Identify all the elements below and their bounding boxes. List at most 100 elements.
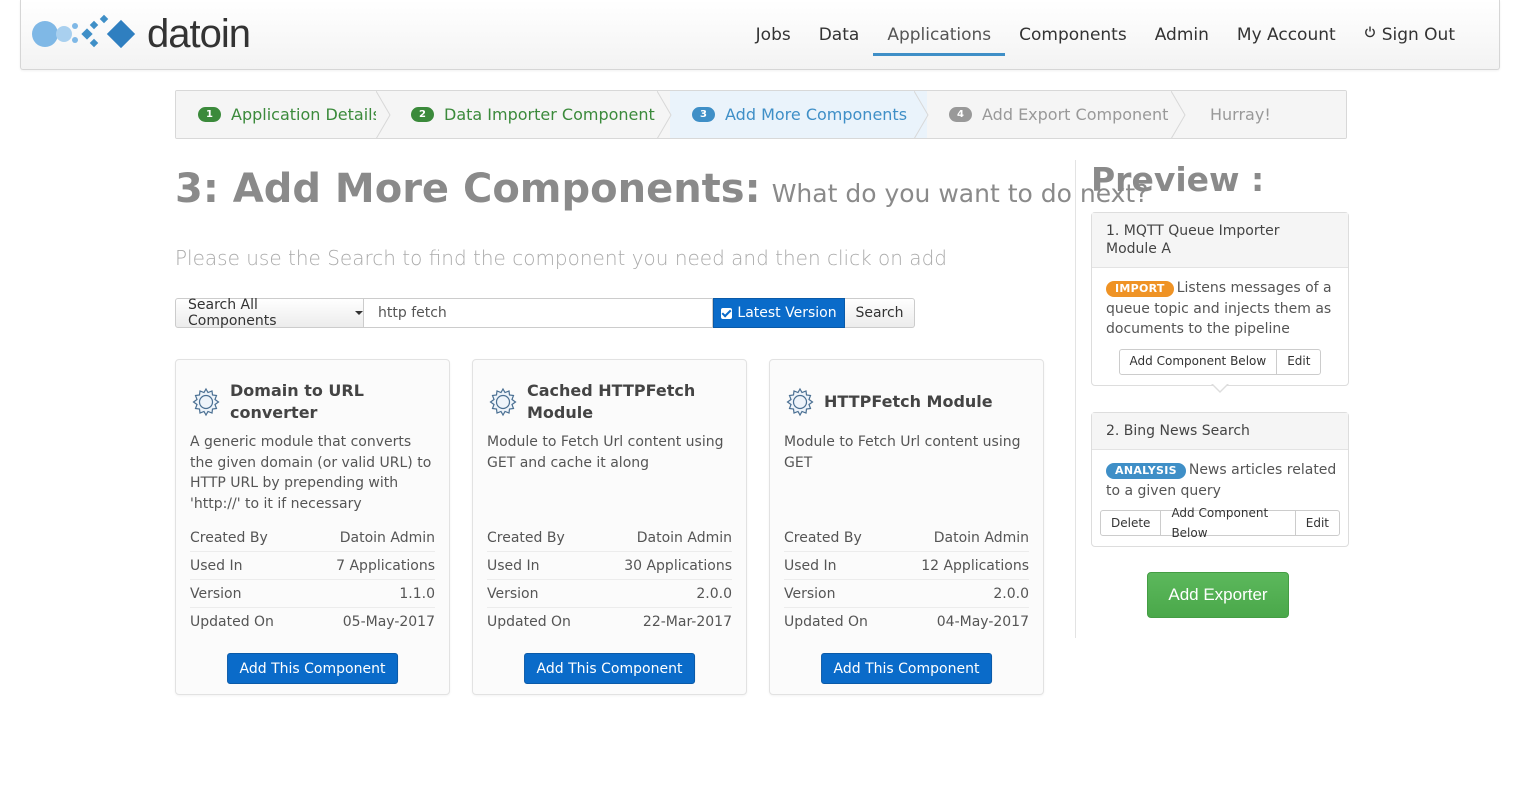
meta-row-created-by: Created By Datoin Admin (190, 524, 435, 552)
edit-button[interactable]: Edit (1294, 510, 1340, 536)
step-number-badge: 2 (411, 107, 434, 122)
preview-item-header: 2. Bing News Search (1092, 413, 1348, 450)
meta-value: 2.0.0 (696, 585, 732, 602)
sign-out-label: Sign Out (1381, 25, 1455, 45)
search-input[interactable] (364, 298, 713, 328)
step-number-badge: 4 (949, 107, 972, 122)
meta-row-used-in: Used In 12 Applications (784, 552, 1029, 580)
meta-label: Created By (190, 529, 268, 546)
checkbox-checked-icon (721, 307, 733, 319)
component-results: Domain to URL converter A generic module… (175, 359, 1066, 695)
add-component-below-button[interactable]: Add Component Below (1118, 348, 1278, 375)
component-card: HTTPFetch Module Module to Fetch Url con… (769, 359, 1044, 695)
top-navbar: datoin Jobs Data Applications Components… (20, 0, 1500, 70)
preview-item-body: IMPORT Listens messages of a queue topic … (1092, 268, 1348, 375)
nav-jobs[interactable]: Jobs (742, 0, 805, 70)
search-scope-label: Search All Components (188, 297, 277, 329)
meta-value: Datoin Admin (933, 529, 1029, 546)
meta-label: Updated On (487, 614, 571, 630)
step-label: Application Details (231, 105, 381, 124)
step-label: Add Export Component (982, 105, 1169, 124)
preview-item-actions: Delete Add Component Below Edit (1100, 506, 1340, 540)
meta-row-used-in: Used In 7 Applications (190, 552, 435, 580)
card-title: Cached HTTPFetch Module (527, 381, 696, 422)
card-meta: Created By Datoin Admin Used In 30 Applica… (487, 524, 732, 636)
logo-mark-icon (32, 14, 136, 49)
step-chevron-icon (1171, 91, 1186, 138)
step-application-details[interactable]: 1 Application Details (176, 91, 391, 138)
step-chevron-icon (376, 91, 391, 138)
edit-button[interactable]: Edit (1276, 348, 1322, 375)
meta-label: Used In (487, 557, 540, 574)
nav-my-account[interactable]: My Account (1223, 0, 1350, 70)
card-meta: Created By Datoin Admin Used In 12 Applica… (784, 524, 1029, 636)
instructions-text: Please use the Search to find the compon… (175, 246, 947, 270)
page-title-main: 3: Add More Components: (175, 166, 761, 212)
meta-row-created-by: Created By Datoin Admin (487, 524, 732, 552)
analysis-tag-badge: ANALYSIS (1106, 463, 1186, 479)
page-title: 3: Add More Components: What do you want… (175, 166, 1149, 212)
component-card: Domain to URL converter A generic module… (175, 359, 450, 695)
card-title: Domain to URL converter (230, 381, 364, 422)
nav-components[interactable]: Components (1005, 0, 1141, 70)
latest-version-toggle[interactable]: Latest Version (713, 298, 845, 328)
column-divider (1075, 160, 1076, 638)
step-add-more-components[interactable]: 3 Add More Components (670, 91, 929, 138)
nav-sign-out[interactable]: Sign Out (1350, 0, 1469, 70)
preview-item-body: ANALYSIS News articles related to a given… (1092, 450, 1348, 540)
card-description: Module to Fetch Url content using GET (784, 434, 1021, 471)
component-card: Cached HTTPFetch Module Module to Fetch … (472, 359, 747, 695)
meta-value: 05-May-2017 (342, 614, 435, 630)
nav-admin[interactable]: Admin (1141, 0, 1223, 70)
meta-label: Created By (487, 529, 565, 546)
step-chevron-icon (657, 91, 672, 138)
meta-row-version: Version 2.0.0 (784, 580, 1029, 608)
search-scope-dropdown[interactable]: Search All Components (175, 297, 364, 329)
step-hurray[interactable]: Hurray! (1184, 91, 1346, 138)
nav-applications[interactable]: Applications (873, 0, 1006, 70)
add-this-component-button[interactable]: Add This Component (820, 653, 993, 684)
gear-icon (786, 387, 814, 417)
card-title: HTTPFetch Module (824, 392, 993, 411)
add-exporter-button[interactable]: Add Exporter (1147, 572, 1289, 618)
add-this-component-button[interactable]: Add This Component (523, 653, 696, 684)
preview-item-analysis: 2. Bing News Search ANALYSIS News article… (1091, 412, 1349, 547)
preview-item-header: 1. MQTT Queue Importer Module A (1092, 213, 1348, 268)
card-meta: Created By Datoin Admin Used In 7 Applicat… (190, 524, 435, 636)
search-button[interactable]: Search (845, 298, 915, 328)
meta-label: Version (190, 585, 242, 602)
datoin-logo[interactable]: datoin (31, 12, 251, 56)
step-number-badge: 3 (692, 107, 715, 122)
delete-button[interactable]: Delete (1100, 510, 1162, 536)
meta-row-created-by: Created By Datoin Admin (784, 524, 1029, 552)
add-this-component-button[interactable]: Add This Component (226, 653, 399, 684)
card-description: A generic module that converts the given… (190, 434, 432, 512)
preview-item-importer: 1. MQTT Queue Importer Module A IMPORT Li… (1091, 212, 1349, 386)
step-add-export-component[interactable]: 4 Add Export Component (927, 91, 1186, 138)
step-chevron-icon (914, 91, 929, 138)
gear-icon (192, 387, 220, 417)
power-icon (1364, 26, 1375, 38)
card-description: Module to Fetch Url content using GET an… (487, 434, 724, 471)
latest-version-label: Latest Version (737, 305, 837, 321)
preview-connector-arrow-icon (1211, 383, 1229, 393)
meta-value: 30 Applications (624, 557, 732, 574)
meta-label: Version (487, 585, 539, 602)
add-component-below-button[interactable]: Add Component Below (1160, 506, 1296, 540)
wizard-steps: 1 Application Details 2 Data Importer Co… (175, 90, 1347, 139)
step-label: Add More Components (725, 105, 908, 124)
card-header: HTTPFetch Module (784, 372, 1031, 432)
card-header: Cached HTTPFetch Module (487, 372, 734, 432)
meta-value: Datoin Admin (339, 529, 435, 546)
meta-row-version: Version 1.1.0 (190, 580, 435, 608)
meta-label: Used In (190, 557, 243, 574)
meta-label: Version (784, 585, 836, 602)
step-data-importer[interactable]: 2 Data Importer Component (389, 91, 672, 138)
meta-value: 2.0.0 (993, 585, 1029, 602)
step-label: Hurray! (1210, 105, 1271, 124)
meta-label: Used In (784, 557, 837, 574)
meta-value: 7 Applications (336, 557, 435, 574)
meta-row-version: Version 2.0.0 (487, 580, 732, 608)
nav-data[interactable]: Data (805, 0, 874, 70)
step-number-badge: 1 (198, 107, 221, 122)
